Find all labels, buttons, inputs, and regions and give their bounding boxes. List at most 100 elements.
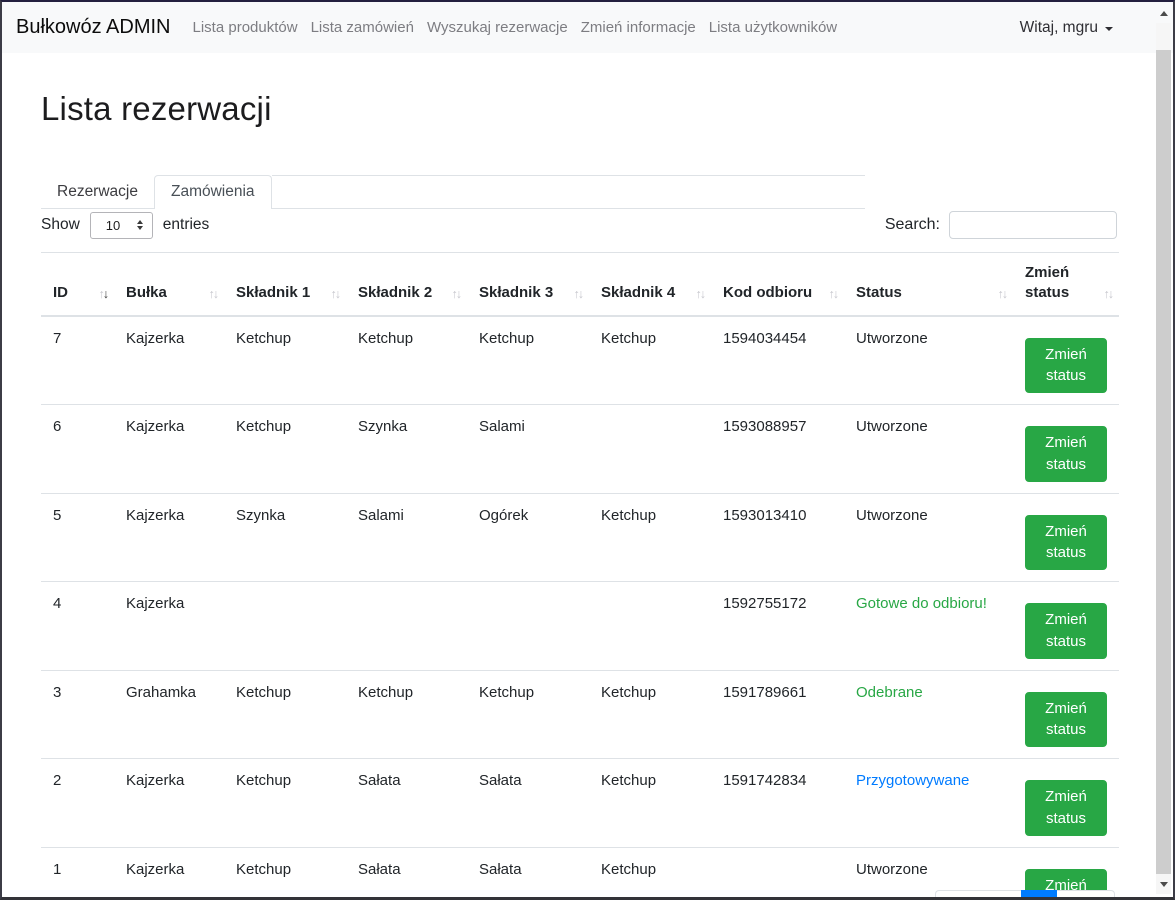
nav-item-lista-uzytkownikow[interactable]: Lista użytkowników bbox=[709, 19, 837, 36]
sort-desc-icon: ↓ bbox=[456, 287, 460, 301]
column-header-sk-adnik-3[interactable]: Składnik 3 ↑↓ bbox=[467, 253, 589, 316]
column-header-sk-adnik-1[interactable]: Składnik 1↑↓ bbox=[224, 253, 346, 316]
nav-item-lista-zamowien[interactable]: Lista zamówień bbox=[311, 19, 414, 36]
cell-kod-odbioru: 1593013410 bbox=[711, 493, 844, 582]
cell-sk-adnik-2 bbox=[346, 582, 467, 671]
cell-status: Utworzone bbox=[844, 493, 1013, 582]
column-header-kod-odbioru[interactable]: Kod odbioru↑↓ bbox=[711, 253, 844, 316]
entries-label: entries bbox=[163, 216, 210, 234]
table-controls: Show 10 entries Search: bbox=[41, 210, 1117, 240]
search-input[interactable] bbox=[949, 211, 1117, 239]
column-label: Składnik 4 bbox=[601, 284, 675, 301]
column-header-id[interactable]: ID↑↓ bbox=[41, 253, 114, 316]
select-updown-icon bbox=[137, 220, 143, 230]
sort-icons: ↑↓ bbox=[574, 286, 583, 303]
cell-id: 3 bbox=[41, 670, 114, 759]
cell-id: 4 bbox=[41, 582, 114, 671]
nav-item-lista-produktow[interactable]: Lista produktów bbox=[193, 19, 298, 36]
cell-status: Przygotowywane bbox=[844, 759, 1013, 848]
change-status-button[interactable]: Zmień status bbox=[1025, 780, 1107, 836]
table-row: 6KajzerkaKetchupSzynkaSalami1593088957Ut… bbox=[41, 405, 1119, 494]
cell-id: 6 bbox=[41, 405, 114, 494]
column-header-status[interactable]: Status ↑↓ bbox=[844, 253, 1013, 316]
vertical-scrollbar[interactable] bbox=[1156, 4, 1171, 894]
cell-sk-adnik-4: Ketchup bbox=[589, 316, 711, 405]
sort-icons: ↑↓ bbox=[1104, 286, 1113, 303]
sort-desc-icon: ↓ bbox=[700, 287, 704, 301]
nav-item-zmien-informacje[interactable]: Zmień informacje bbox=[581, 19, 696, 36]
cell-kod-odbioru: 1594034454 bbox=[711, 316, 844, 405]
column-header-sk-adnik-2[interactable]: Składnik 2 ↑↓ bbox=[346, 253, 467, 316]
change-status-button[interactable]: Zmień status bbox=[1025, 692, 1107, 748]
column-label: Status bbox=[856, 284, 902, 301]
scroll-down-button[interactable] bbox=[1156, 875, 1171, 894]
cell-kod-odbioru: 1591742834 bbox=[711, 759, 844, 848]
cell-id: 1 bbox=[41, 847, 114, 900]
column-label: Zmień status bbox=[1025, 264, 1069, 301]
sort-desc-icon: ↓ bbox=[1108, 287, 1112, 301]
cell-action: Zmień status bbox=[1013, 670, 1119, 759]
cell-status: Odebrane bbox=[844, 670, 1013, 759]
column-label: Składnik 2 bbox=[358, 284, 432, 301]
cell-sk-adnik-1: Ketchup bbox=[224, 847, 346, 900]
scrollbar-thumb[interactable] bbox=[1156, 50, 1171, 874]
sort-icons: ↑↓ bbox=[998, 286, 1007, 303]
page-size-select[interactable]: 10 bbox=[90, 212, 153, 239]
browser-window: Bułkowóz ADMIN Lista produktów Lista zam… bbox=[0, 0, 1175, 900]
user-menu[interactable]: Witaj, mgru bbox=[1020, 19, 1113, 37]
scroll-down-icon bbox=[1160, 882, 1168, 887]
column-header-zmie-status[interactable]: Zmień status ↑↓ bbox=[1013, 253, 1119, 316]
tab-rezerwacje[interactable]: Rezerwacje bbox=[41, 176, 154, 208]
column-label: Składnik 3 bbox=[479, 284, 553, 301]
sort-desc-icon: ↓ bbox=[578, 287, 582, 301]
nav-item-wyszukaj-rezerwacje[interactable]: Wyszukaj rezerwacje bbox=[427, 19, 568, 36]
cell-kod-odbioru: 1593088957 bbox=[711, 405, 844, 494]
scroll-up-button[interactable] bbox=[1156, 4, 1171, 23]
column-label: Bułka bbox=[126, 284, 167, 301]
scroll-up-icon bbox=[1160, 11, 1168, 16]
column-header-bu-ka[interactable]: Bułka ↑↓ bbox=[114, 253, 224, 316]
sort-icons: ↑↓ bbox=[209, 286, 218, 303]
search-label: Search: bbox=[885, 216, 940, 234]
cell-status: Gotowe do odbioru! bbox=[844, 582, 1013, 671]
orders-table: ID↑↓Bułka↑↓Składnik 1↑↓Składnik 2↑↓Skład… bbox=[41, 252, 1119, 900]
change-status-button[interactable]: Zmień status bbox=[1025, 515, 1107, 571]
cell-action: Zmień status bbox=[1013, 493, 1119, 582]
sort-icons: ↑↓ bbox=[696, 286, 705, 303]
cell-sk-adnik-2: Ketchup bbox=[346, 670, 467, 759]
cell-bu-ka: Kajzerka bbox=[114, 759, 224, 848]
nav-links: Lista produktów Lista zamówień Wyszukaj … bbox=[193, 19, 838, 36]
sort-icons: ↑↓ bbox=[331, 286, 340, 303]
cell-sk-adnik-2: Salami bbox=[346, 493, 467, 582]
sort-icons: ↑↓ bbox=[452, 286, 461, 303]
cell-id: 7 bbox=[41, 316, 114, 405]
page-title: Lista rezerwacji bbox=[41, 90, 1117, 128]
cell-action: Zmień status bbox=[1013, 316, 1119, 405]
tab-bar: Rezerwacje Zamówienia bbox=[41, 175, 865, 209]
cell-action: Zmień status bbox=[1013, 405, 1119, 494]
user-greeting: Witaj, mgru bbox=[1020, 19, 1098, 37]
change-status-button[interactable]: Zmień status bbox=[1025, 426, 1107, 482]
change-status-button[interactable]: Zmień status bbox=[1025, 603, 1107, 659]
cell-sk-adnik-4: Ketchup bbox=[589, 670, 711, 759]
cell-bu-ka: Kajzerka bbox=[114, 493, 224, 582]
cell-sk-adnik-4 bbox=[589, 582, 711, 671]
brand[interactable]: Bułkowóz ADMIN bbox=[16, 16, 171, 39]
cell-bu-ka: Grahamka bbox=[114, 670, 224, 759]
cell-bu-ka: Kajzerka bbox=[114, 316, 224, 405]
cell-kod-odbioru bbox=[711, 847, 844, 900]
change-status-button[interactable]: Zmień status bbox=[1025, 338, 1107, 394]
column-header-sk-adnik-4[interactable]: Składnik 4 ↑↓ bbox=[589, 253, 711, 316]
cell-sk-adnik-4: Ketchup bbox=[589, 493, 711, 582]
tab-bar-filler bbox=[272, 175, 865, 208]
cell-sk-adnik-3: Sałata bbox=[467, 759, 589, 848]
cell-bu-ka: Kajzerka bbox=[114, 582, 224, 671]
cell-sk-adnik-3: Sałata bbox=[467, 847, 589, 900]
table-row: 3GrahamkaKetchupKetchupKetchupKetchup159… bbox=[41, 670, 1119, 759]
sort-desc-icon: ↓ bbox=[833, 287, 837, 301]
sort-desc-icon: ↓ bbox=[335, 287, 339, 301]
cell-bu-ka: Kajzerka bbox=[114, 847, 224, 900]
tab-zamowienia[interactable]: Zamówienia bbox=[154, 175, 272, 209]
cell-id: 2 bbox=[41, 759, 114, 848]
search-control: Search: bbox=[885, 211, 1117, 239]
